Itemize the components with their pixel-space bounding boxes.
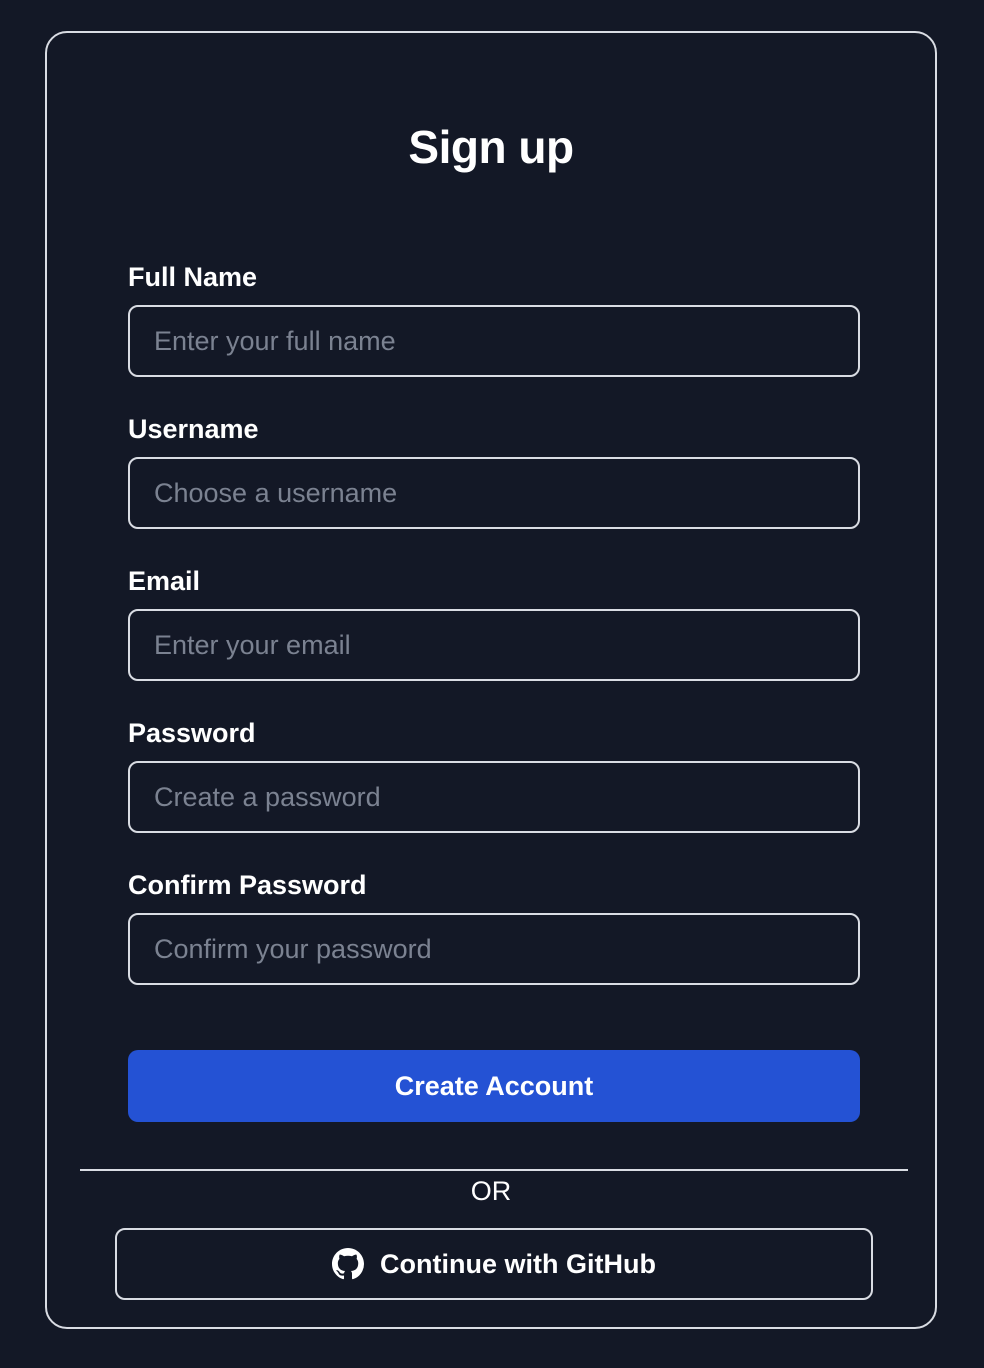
email-input[interactable] [128, 609, 860, 681]
username-field: Username [128, 413, 860, 529]
github-icon [332, 1248, 365, 1280]
username-label: Username [128, 414, 259, 444]
confirm-password-field: Confirm Password [128, 869, 860, 985]
password-field: Password [128, 717, 860, 833]
signup-card: Sign up Full Name Username Email Passwor… [45, 31, 937, 1329]
full-name-label: Full Name [128, 262, 258, 292]
github-signin-button[interactable]: Continue with GitHub [115, 1228, 873, 1300]
full-name-input[interactable] [128, 305, 860, 377]
username-input[interactable] [128, 457, 860, 529]
full-name-field: Full Name [128, 261, 860, 377]
email-field: Email [128, 565, 860, 681]
confirm-password-input[interactable] [128, 913, 860, 985]
email-label: Email [128, 566, 201, 596]
create-account-button[interactable]: Create Account [128, 1050, 860, 1122]
password-label: Password [128, 718, 256, 748]
page-title: Sign up [408, 121, 574, 173]
confirm-password-label: Confirm Password [128, 870, 367, 900]
divider-or-text: OR [470, 1176, 512, 1206]
password-input[interactable] [128, 761, 860, 833]
github-button-label: Continue with GitHub [380, 1248, 656, 1279]
divider [80, 1169, 908, 1171]
